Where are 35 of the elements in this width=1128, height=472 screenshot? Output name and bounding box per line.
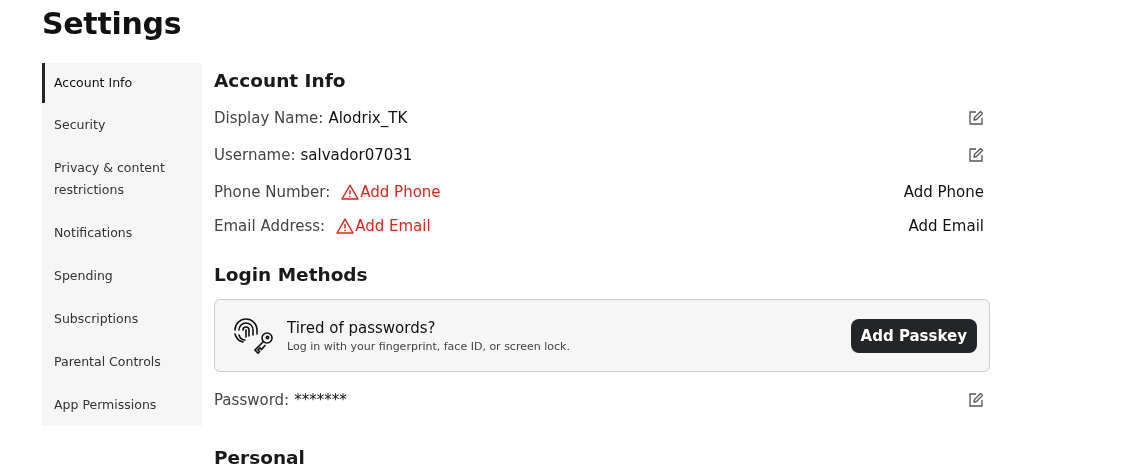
field-value: salvador07031 — [300, 146, 413, 164]
edit-button[interactable] — [968, 392, 984, 408]
field-label: Password: — [214, 391, 290, 409]
warning-icon — [341, 184, 360, 200]
edit-button[interactable] — [968, 147, 984, 163]
section-heading: Personal — [214, 446, 306, 470]
section-heading: Login Methods — [214, 263, 369, 287]
edit-button[interactable] — [968, 110, 984, 126]
field-value: Alodrix_TK — [328, 109, 408, 127]
sidebar-item[interactable]: Spending — [42, 254, 202, 297]
warning-text: Add Phone — [360, 183, 441, 201]
sidebar-item[interactable]: Privacy & content restrictions — [42, 146, 202, 211]
page-title: Settings — [42, 5, 183, 43]
field-label: Email Address: — [214, 217, 326, 235]
field-label: Username: — [214, 146, 296, 164]
edit-icon — [968, 392, 984, 408]
add-link[interactable]: Add Email — [908, 217, 990, 235]
warning-text: Add Email — [355, 217, 431, 235]
edit-icon — [968, 110, 984, 126]
add-passkey-button[interactable]: Add Passkey — [850, 318, 977, 353]
add-link[interactable]: Add Phone — [903, 183, 990, 201]
card-title: Tired of passwords? — [287, 318, 437, 337]
field-value: ******* — [294, 391, 347, 409]
sidebar-item[interactable]: App Permissions — [42, 383, 202, 426]
field-label: Display Name: — [214, 109, 324, 127]
field-label: Phone Number: — [214, 183, 331, 201]
sidebar-item[interactable]: Subscriptions — [42, 297, 202, 340]
edit-icon — [968, 147, 984, 163]
warning-icon — [336, 218, 355, 234]
sidebar-item[interactable]: Parental Controls — [42, 340, 202, 383]
section-heading: Account Info — [214, 69, 347, 93]
sidebar-item[interactable]: Security — [42, 103, 202, 146]
card-description: Log in with your fingerprint, face ID, or screen lock. — [287, 339, 571, 353]
sidebar-item[interactable]: Account Info — [42, 63, 202, 103]
sidebar-item[interactable]: Notifications — [42, 211, 202, 254]
